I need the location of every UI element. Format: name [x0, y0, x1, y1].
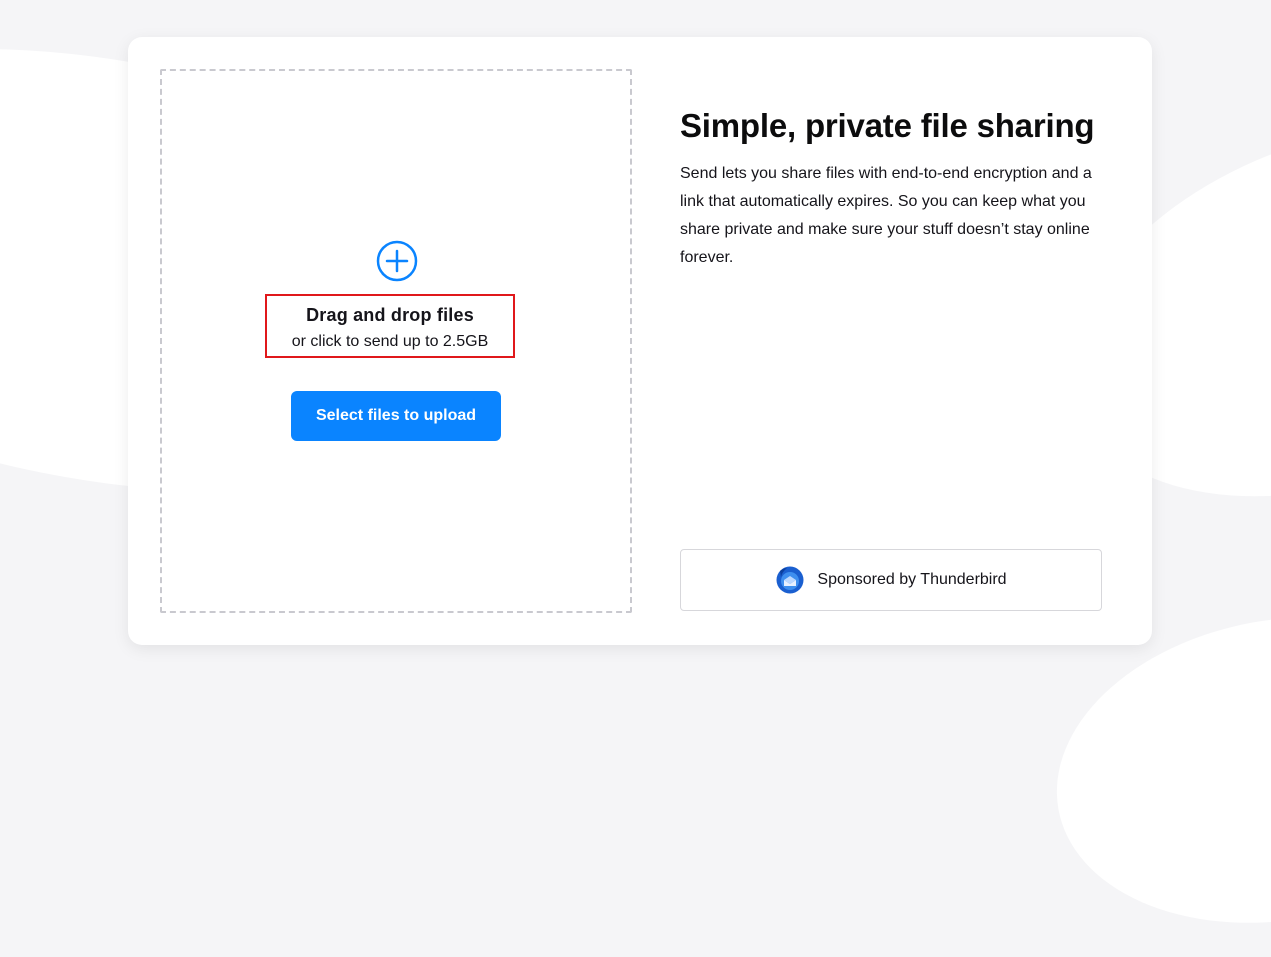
drop-subtitle: or click to send up to 2.5GB [291, 333, 489, 350]
sponsor-link[interactable]: Sponsored by Thunderbird [680, 549, 1102, 611]
upload-dropzone[interactable]: Drag and drop files or click to send up … [160, 69, 632, 613]
thunderbird-logo-icon [776, 566, 804, 594]
drop-instructions: Drag and drop files or click to send up … [265, 294, 515, 358]
page-title: Simple, private file sharing [680, 107, 1095, 144]
main-card: Drag and drop files or click to send up … [128, 37, 1152, 645]
plus-circle-icon [376, 240, 418, 282]
drop-title: Drag and drop files [306, 305, 474, 325]
sponsor-label: Sponsored by Thunderbird [817, 571, 1007, 588]
intro-description: Send lets you share files with end-to-en… [680, 165, 1092, 266]
select-files-button[interactable]: Select files to upload [291, 391, 501, 441]
